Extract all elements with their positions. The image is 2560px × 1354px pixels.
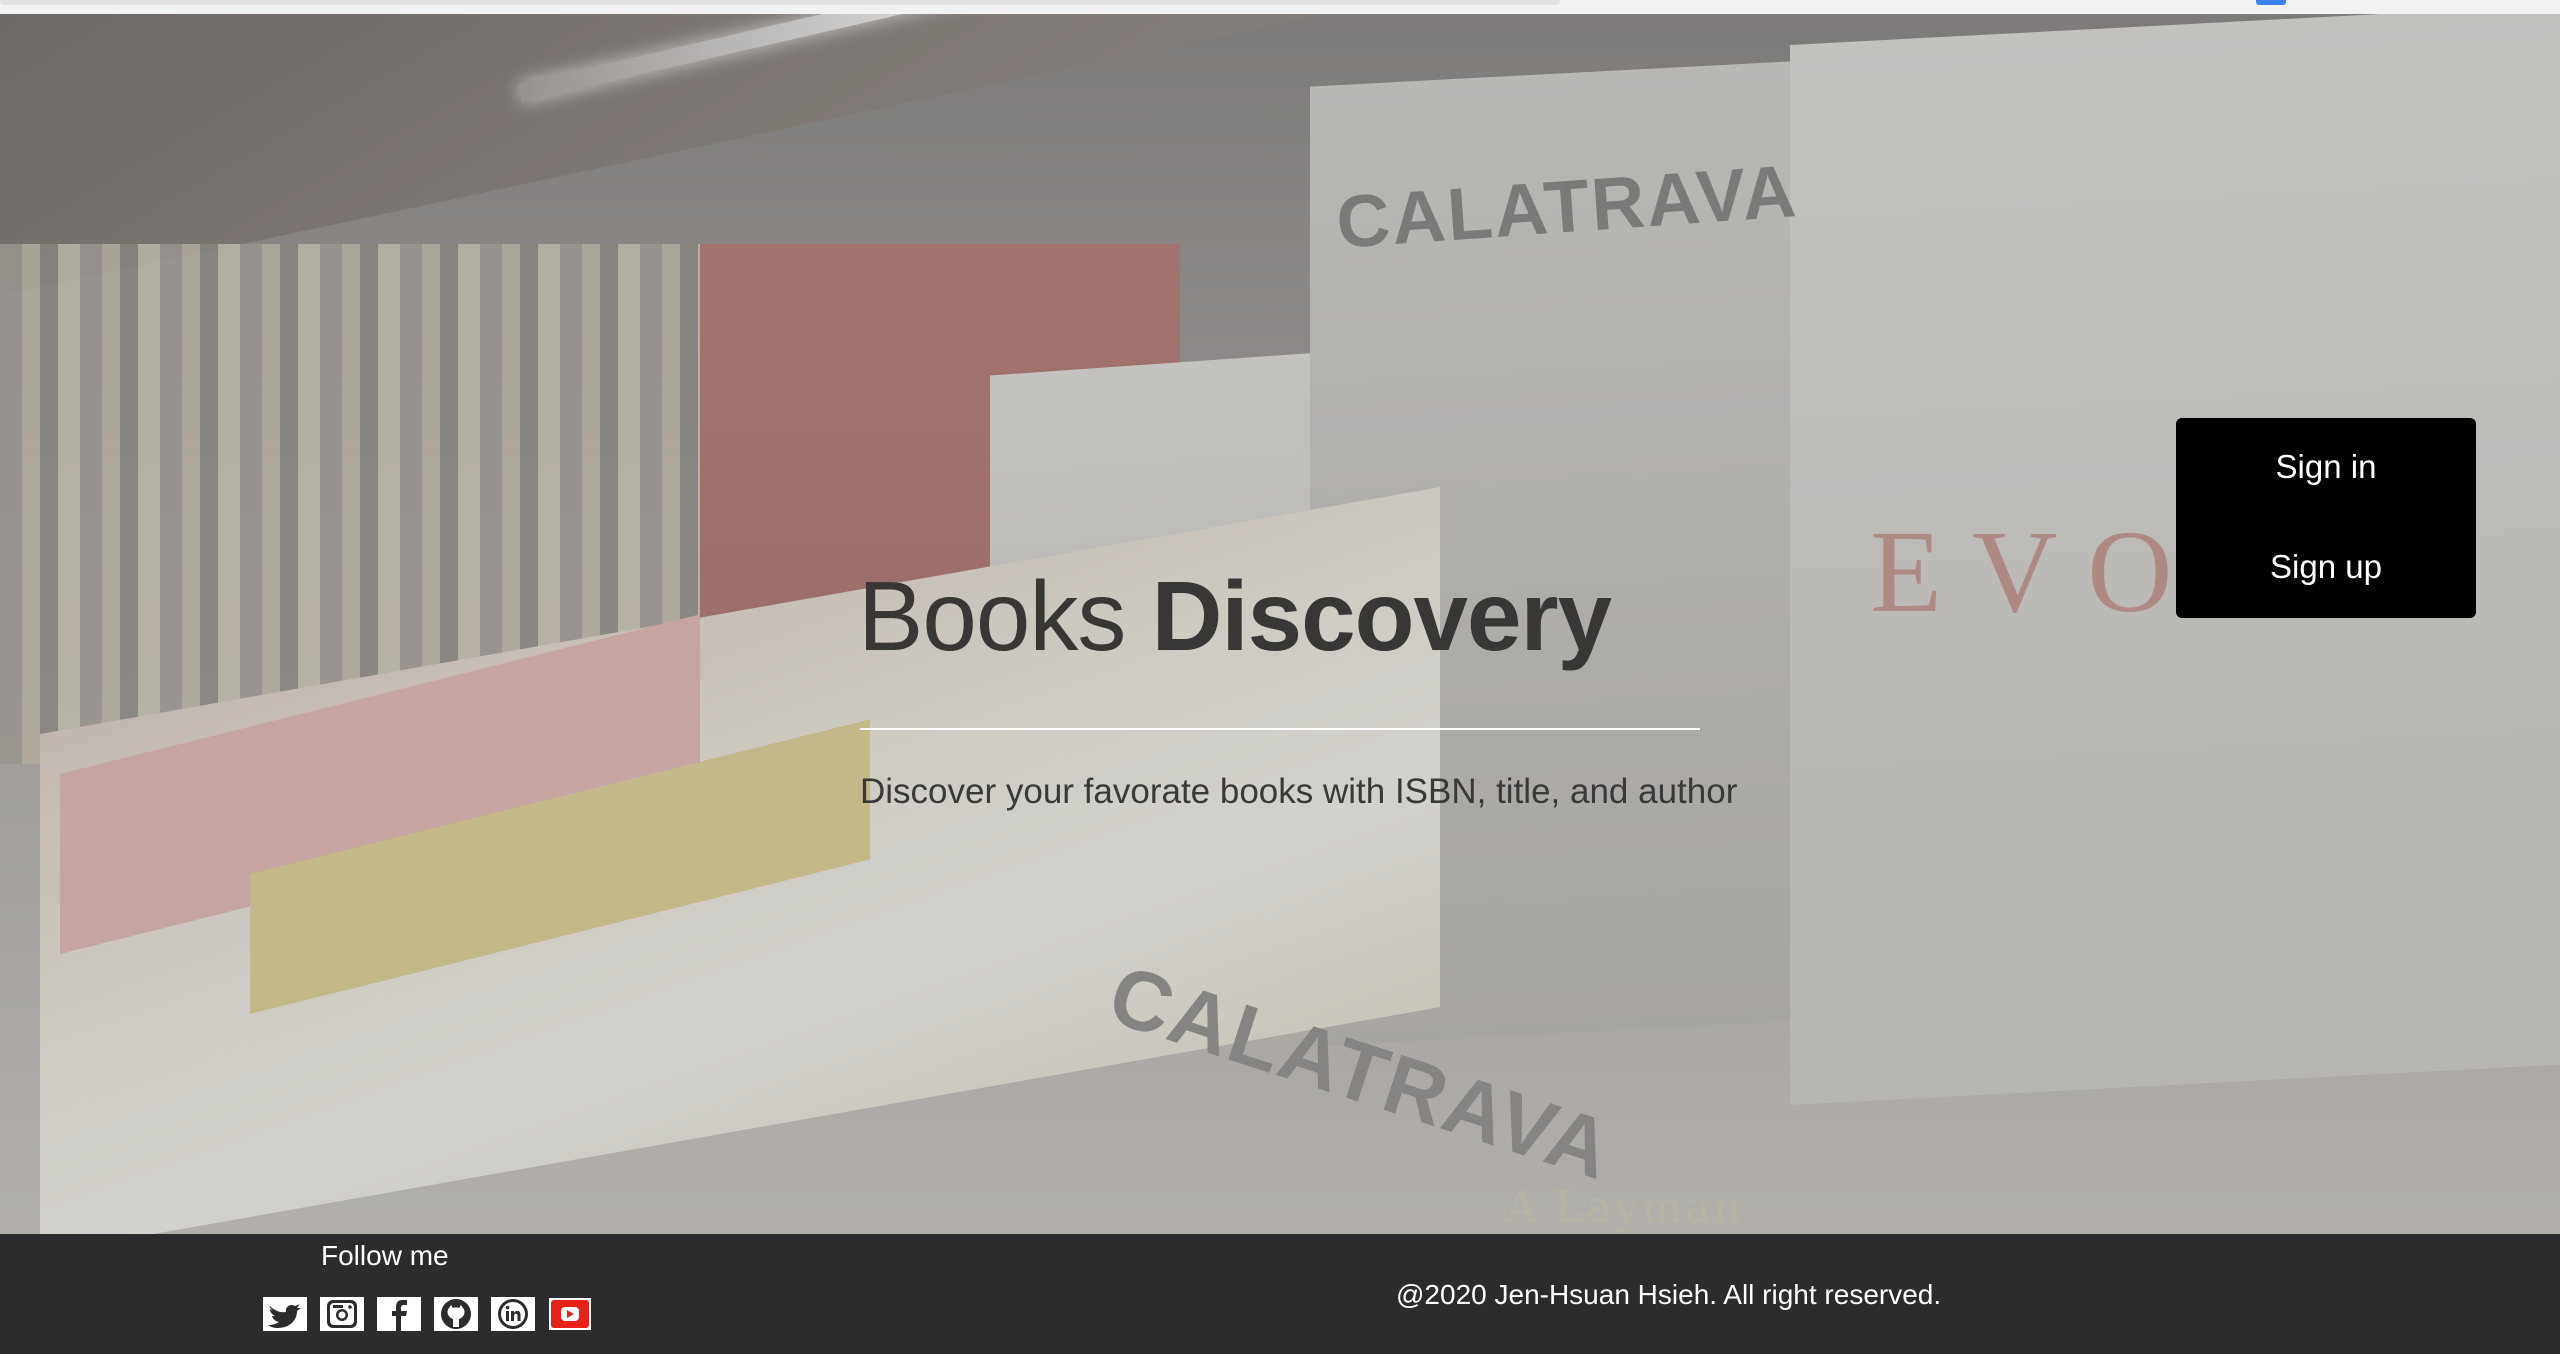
twitter-icon[interactable] xyxy=(262,1296,308,1332)
linkedin-icon[interactable] xyxy=(490,1296,536,1332)
follow-me-label: Follow me xyxy=(321,1240,449,1271)
page-title: Books Discovery xyxy=(858,560,1613,673)
facebook-icon[interactable] xyxy=(376,1296,422,1332)
instagram-icon[interactable] xyxy=(319,1296,365,1332)
youtube-icon[interactable] xyxy=(547,1296,593,1332)
sign-in-button[interactable]: Sign in xyxy=(2176,448,2476,486)
title-divider xyxy=(860,728,1700,730)
sign-up-button[interactable]: Sign up xyxy=(2176,548,2476,586)
page-title-bold: Discovery xyxy=(1151,561,1613,671)
github-icon[interactable] xyxy=(433,1296,479,1332)
page-title-light: Books xyxy=(858,561,1126,671)
browser-top-strip xyxy=(0,0,2560,15)
address-bar-edge xyxy=(0,0,1560,5)
extension-icon[interactable] xyxy=(2256,0,2286,5)
page-subtitle: Discover your favorate books with ISBN, … xyxy=(860,772,1738,811)
copyright-text: @2020 Jen-Hsuan Hsieh. All right reserve… xyxy=(1396,1279,1942,1310)
auth-panel: Sign in Sign up xyxy=(2176,418,2476,618)
